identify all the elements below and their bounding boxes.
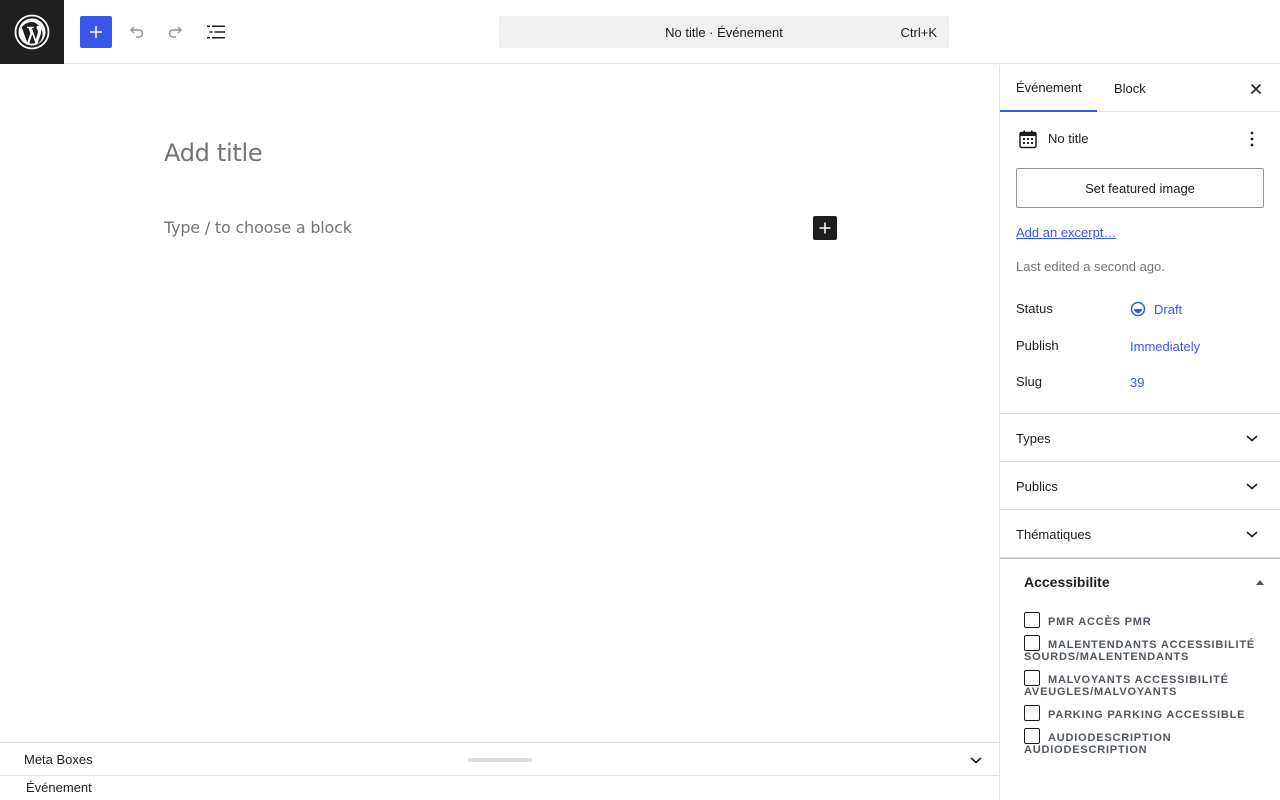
meta-boxes-panel[interactable]: Meta Boxes	[0, 742, 999, 776]
wordpress-logo-button[interactable]	[0, 0, 64, 64]
close-icon	[1250, 83, 1262, 95]
checkbox[interactable]	[1024, 670, 1040, 686]
checkbox-label: malentendants Accessibilité sourds/malen…	[1024, 639, 1255, 663]
list-item[interactable]: audiodescription Audiodescription	[1024, 728, 1264, 756]
add-excerpt-link[interactable]: Add an excerpt…	[1016, 225, 1116, 240]
list-item[interactable]: malvoyants Accessibilité aveugles/malvoy…	[1024, 670, 1264, 698]
accessibilite-metabox: Accessibilite PMR Accès PMR malentendant…	[1000, 558, 1280, 800]
tab-label: Événement	[1016, 80, 1082, 95]
status-label: Status	[1016, 301, 1053, 316]
wordpress-icon	[14, 14, 50, 50]
command-palette-button[interactable]: No title · Événement Ctrl+K	[499, 16, 949, 48]
caret-up-icon[interactable]	[1254, 576, 1266, 588]
slug-label: Slug	[1016, 374, 1043, 389]
add-block-button[interactable]	[813, 216, 837, 240]
close-sidebar-button[interactable]	[1245, 78, 1267, 100]
publish-date-button[interactable]: Immediately	[1130, 339, 1200, 354]
list-item[interactable]: parking Parking accessible	[1024, 705, 1264, 721]
slug-button[interactable]: 39	[1130, 375, 1144, 390]
draft-icon	[1130, 301, 1146, 317]
checkbox-label: malvoyants Accessibilité aveugles/malvoy…	[1024, 674, 1229, 698]
checkbox-label: audiodescription Audiodescription	[1024, 732, 1172, 756]
resize-handle[interactable]	[468, 758, 532, 762]
panel-publics[interactable]: Publics	[1000, 462, 1280, 510]
checkbox[interactable]	[1024, 728, 1040, 744]
plus-icon	[819, 222, 831, 234]
editor-canvas: Add title Type / to choose a block	[0, 65, 999, 742]
redo-button[interactable]	[160, 16, 192, 48]
post-title-input[interactable]: Add title	[164, 139, 263, 167]
chevron-down-icon	[1246, 435, 1258, 442]
chevron-down-icon	[1246, 531, 1258, 538]
panel-title: Types	[1016, 431, 1051, 446]
document-title: No title · Événement	[665, 24, 783, 40]
chevron-down-icon	[1246, 483, 1258, 490]
meta-boxes-label: Meta Boxes	[24, 752, 93, 767]
undo-icon	[129, 26, 144, 38]
document-overview-button[interactable]	[200, 16, 232, 48]
post-summary-panel: No title Set featured image Add an excer…	[1000, 112, 1280, 414]
accessibilite-title: Accessibilite	[1024, 574, 1110, 590]
accessibilite-list: PMR Accès PMR malentendants Accessibilit…	[1024, 612, 1264, 763]
command-shortcut: Ctrl+K	[900, 25, 937, 40]
status-value: Draft	[1154, 301, 1183, 317]
panel-title: Thématiques	[1016, 527, 1092, 542]
panel-thematiques[interactable]: Thématiques	[1000, 510, 1280, 558]
panel-types[interactable]: Types	[1000, 414, 1280, 462]
editor-header: No title · Événement Ctrl+K	[0, 0, 1280, 64]
panel-title: Publics	[1016, 479, 1058, 494]
checkbox-label: parking Parking accessible	[1048, 709, 1246, 721]
redo-icon	[168, 26, 183, 38]
tab-document[interactable]: Événement	[1000, 65, 1097, 112]
last-edited-text: Last edited a second ago.	[1016, 259, 1165, 274]
publish-label: Publish	[1016, 338, 1059, 353]
breadcrumb[interactable]: Événement	[26, 780, 92, 795]
block-inserter-button[interactable]	[80, 16, 112, 48]
list-view-icon	[207, 25, 225, 39]
post-title: No title	[1048, 131, 1089, 146]
tab-block[interactable]: Block	[1114, 65, 1146, 112]
settings-sidebar: Événement Block No title Set featured im…	[999, 65, 1280, 800]
chevron-down-icon[interactable]	[966, 750, 986, 770]
checkbox[interactable]	[1024, 612, 1040, 628]
tab-label: Block	[1114, 81, 1146, 96]
list-item[interactable]: PMR Accès PMR	[1024, 612, 1264, 628]
list-item[interactable]: malentendants Accessibilité sourds/malen…	[1024, 635, 1264, 663]
sidebar-tabs: Événement Block	[1000, 65, 1280, 112]
checkbox-label: PMR Accès PMR	[1048, 616, 1152, 628]
set-featured-image-button[interactable]: Set featured image	[1016, 168, 1264, 208]
default-block-appender[interactable]: Type / to choose a block	[164, 218, 352, 237]
calendar-icon	[1019, 130, 1037, 149]
status-button[interactable]: Draft	[1130, 301, 1182, 317]
checkbox[interactable]	[1024, 705, 1040, 721]
plus-icon	[90, 26, 102, 38]
more-vertical-icon[interactable]	[1242, 129, 1262, 149]
undo-button[interactable]	[120, 16, 152, 48]
checkbox[interactable]	[1024, 635, 1040, 651]
